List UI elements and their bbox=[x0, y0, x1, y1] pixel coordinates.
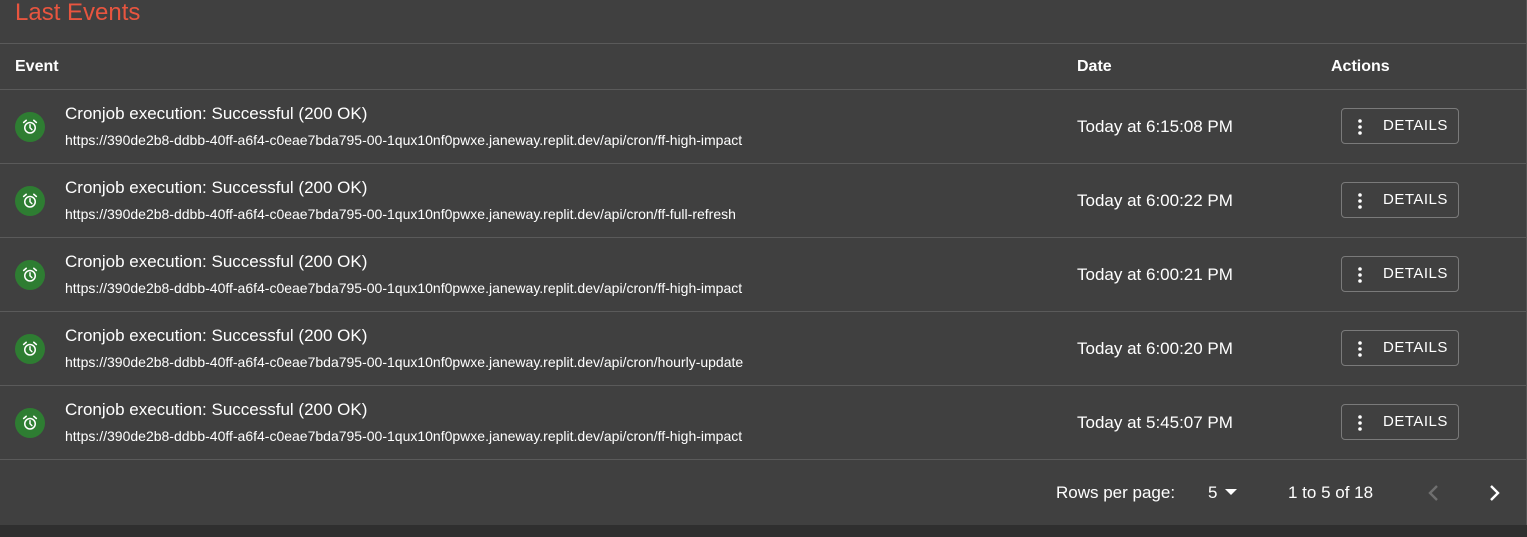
event-url: https://390de2b8-ddbb-40ff-a6f4-c0eae7bd… bbox=[65, 206, 736, 222]
details-button[interactable]: DETAILS bbox=[1341, 182, 1459, 218]
table-row: Cronjob execution: Successful (200 OK) ht… bbox=[0, 164, 1526, 238]
alarm-clock-icon bbox=[15, 112, 45, 142]
alarm-clock-icon bbox=[15, 334, 45, 364]
event-url: https://390de2b8-ddbb-40ff-a6f4-c0eae7bd… bbox=[65, 132, 743, 148]
card-title: Last Events bbox=[15, 0, 141, 26]
rows-per-page-select[interactable]: 5 bbox=[1200, 480, 1248, 506]
more-vert-icon bbox=[1358, 119, 1362, 135]
rows-per-page-label: Rows per page: bbox=[1056, 483, 1176, 502]
details-button-label: DETAILS bbox=[1383, 265, 1448, 282]
details-button[interactable]: DETAILS bbox=[1341, 330, 1459, 366]
table-header: Event Date Actions bbox=[0, 44, 1526, 90]
event-url: https://390de2b8-ddbb-40ff-a6f4-c0eae7bd… bbox=[65, 428, 743, 444]
event-url: https://390de2b8-ddbb-40ff-a6f4-c0eae7bd… bbox=[65, 280, 743, 296]
table-row: Cronjob execution: Successful (200 OK) ht… bbox=[0, 386, 1526, 460]
table-row: Cronjob execution: Successful (200 OK) ht… bbox=[0, 312, 1526, 386]
alarm-clock-icon bbox=[15, 186, 45, 216]
details-button[interactable]: DETAILS bbox=[1341, 256, 1459, 292]
event-date: Today at 5:45:07 PM bbox=[1077, 413, 1233, 432]
alarm-clock-icon bbox=[15, 260, 45, 290]
page-bottom-strip bbox=[0, 525, 1527, 537]
chevron-right-icon bbox=[1490, 485, 1500, 501]
event-date: Today at 6:00:21 PM bbox=[1077, 265, 1233, 284]
previous-page-button[interactable] bbox=[1420, 479, 1448, 507]
event-title: Cronjob execution: Successful (200 OK) bbox=[65, 400, 368, 419]
event-date: Today at 6:00:20 PM bbox=[1077, 339, 1233, 358]
alarm-clock-icon bbox=[15, 408, 45, 438]
last-events-card: Last Events Event Date Actions Cronjob e… bbox=[0, 0, 1527, 525]
table-row: Cronjob execution: Successful (200 OK) ht… bbox=[0, 90, 1526, 164]
details-button-label: DETAILS bbox=[1383, 191, 1448, 208]
column-header-event: Event bbox=[15, 58, 59, 75]
column-header-date: Date bbox=[1077, 58, 1112, 75]
details-button-label: DETAILS bbox=[1383, 117, 1448, 134]
more-vert-icon bbox=[1358, 341, 1362, 357]
event-title: Cronjob execution: Successful (200 OK) bbox=[65, 104, 368, 123]
chevron-left-icon bbox=[1428, 485, 1438, 501]
table-pagination: Rows per page: 5 1 to 5 of 18 bbox=[0, 460, 1526, 525]
details-button[interactable]: DETAILS bbox=[1341, 108, 1459, 144]
more-vert-icon bbox=[1358, 267, 1362, 283]
details-button-label: DETAILS bbox=[1383, 413, 1448, 430]
details-button-label: DETAILS bbox=[1383, 339, 1448, 356]
details-button[interactable]: DETAILS bbox=[1341, 404, 1459, 440]
event-title: Cronjob execution: Successful (200 OK) bbox=[65, 252, 368, 271]
event-url: https://390de2b8-ddbb-40ff-a6f4-c0eae7bd… bbox=[65, 354, 744, 370]
more-vert-icon bbox=[1358, 193, 1362, 209]
next-page-button[interactable] bbox=[1480, 479, 1508, 507]
rows-per-page-value: 5 bbox=[1208, 483, 1218, 502]
pagination-range: 1 to 5 of 18 bbox=[1288, 483, 1374, 502]
event-date: Today at 6:15:08 PM bbox=[1077, 117, 1233, 136]
column-header-actions: Actions bbox=[1331, 58, 1390, 75]
event-date: Today at 6:00:22 PM bbox=[1077, 191, 1233, 210]
more-vert-icon bbox=[1358, 415, 1362, 431]
event-title: Cronjob execution: Successful (200 OK) bbox=[65, 178, 368, 197]
event-title: Cronjob execution: Successful (200 OK) bbox=[65, 326, 368, 345]
table-row: Cronjob execution: Successful (200 OK) ht… bbox=[0, 238, 1526, 312]
caret-down-icon bbox=[1225, 489, 1237, 495]
